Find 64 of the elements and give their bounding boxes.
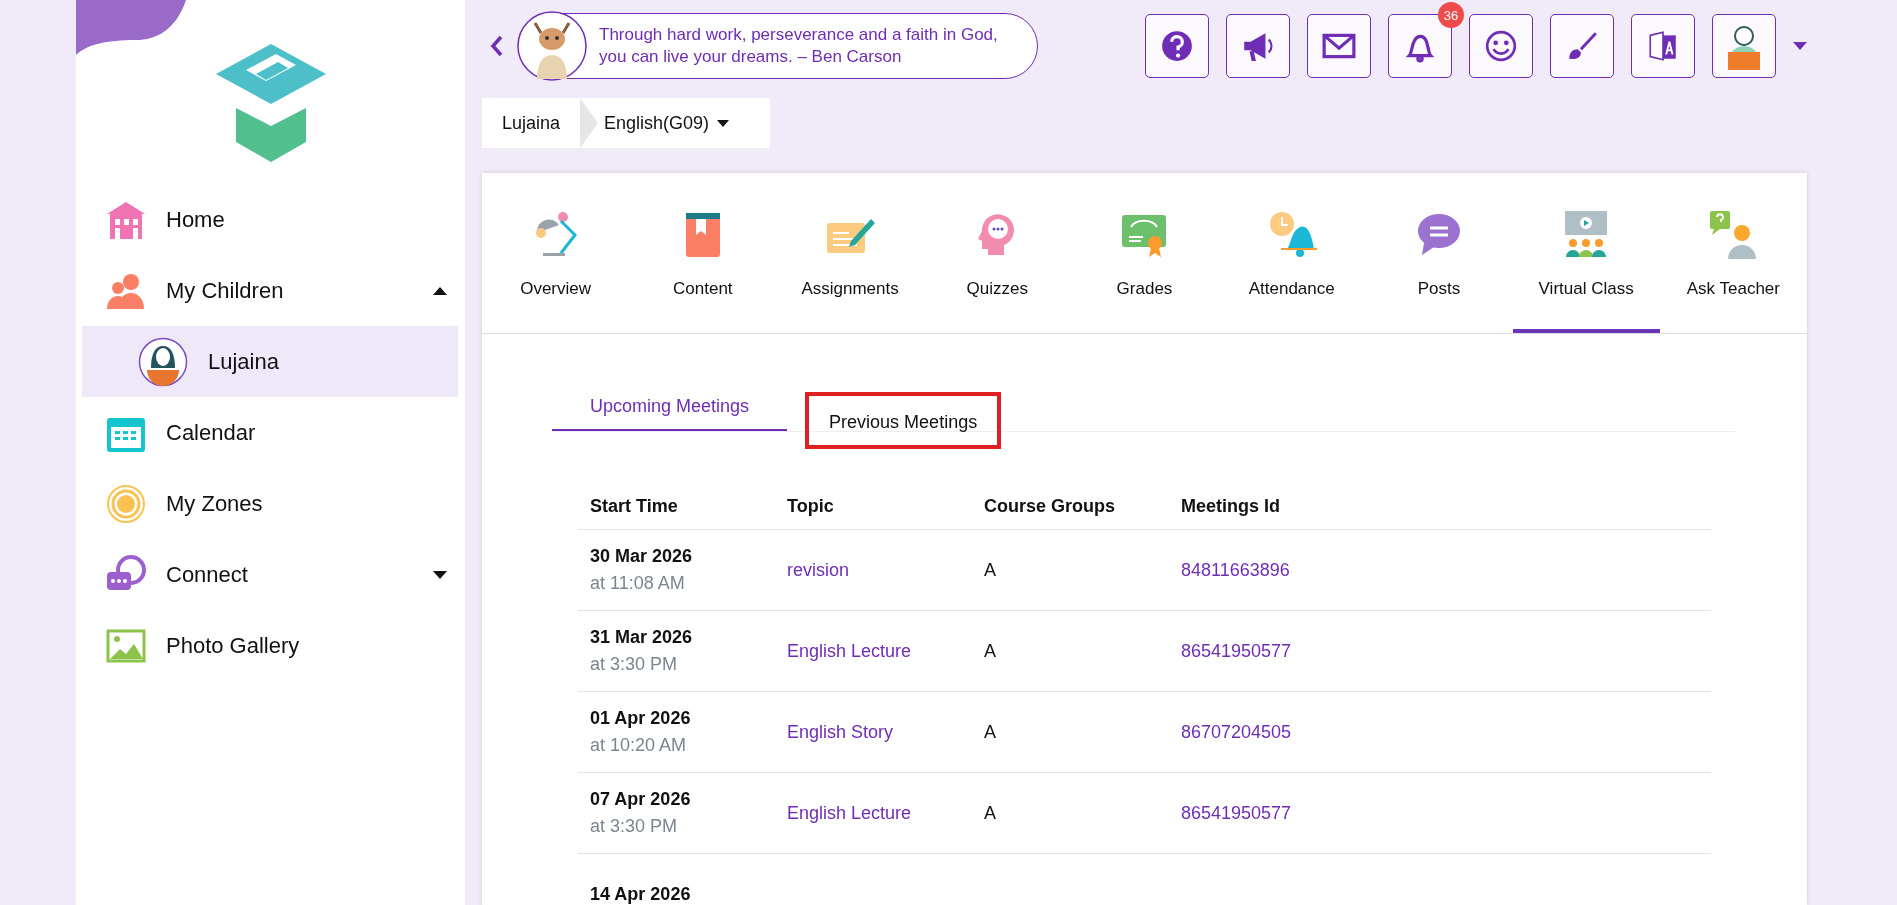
course-dropdown[interactable]: English(G09): [598, 112, 736, 134]
toolbar-button[interactable]: [1469, 14, 1533, 78]
meeting-time: at 3:30 PM: [590, 816, 679, 837]
meeting-date: 31 Mar 2026: [590, 627, 694, 648]
course-group: A: [984, 802, 996, 823]
topic-link[interactable]: English Lecture: [787, 640, 912, 661]
meeting-time: at 10:20 AM: [590, 735, 688, 756]
topic-link[interactable]: English Lecture: [787, 802, 912, 823]
toolbar-button[interactable]: [1226, 14, 1290, 78]
sidebar-item[interactable]: Home: [76, 184, 465, 255]
sidebar-item[interactable]: Photo Gallery: [76, 610, 465, 681]
breadcrumb-student: Lujaina: [501, 112, 562, 134]
meeting-date: 14 Apr 2026: [590, 883, 692, 905]
course-tab[interactable]: Posts: [1365, 173, 1513, 333]
meeting-id-link[interactable]: 86541950577: [1181, 802, 1292, 823]
meeting-time: at 11:08 AM: [590, 573, 686, 594]
chevron-left-icon: [490, 35, 504, 57]
sidebar-item[interactable]: Calendar: [76, 397, 465, 468]
person-with-question-icon: [1708, 209, 1759, 259]
course-tab[interactable]: Ask Teacher: [1659, 173, 1807, 333]
course-group: A: [984, 559, 996, 580]
smiley-icon: [1484, 29, 1518, 63]
sidebar-item[interactable]: My Zones: [76, 468, 465, 539]
question-icon: [1160, 29, 1194, 63]
house-icon: [106, 199, 146, 240]
topic-link[interactable]: English Story: [787, 721, 894, 742]
meetings-tab[interactable]: Upcoming Meetings: [552, 396, 788, 431]
profile-button[interactable]: [1712, 14, 1776, 78]
meeting-id-link[interactable]: 86541950577: [1181, 640, 1292, 661]
sidebar-subitem[interactable]: Lujaina: [82, 326, 458, 397]
column-header: Start Time: [578, 496, 775, 530]
toolbar-button[interactable]: [1145, 14, 1209, 78]
course-group: A: [984, 721, 996, 742]
toolbar-button[interactable]: [1307, 14, 1371, 78]
sidebar-item[interactable]: Connect: [76, 539, 465, 610]
meeting-date: 01 Apr 2026: [590, 708, 692, 729]
course-tab[interactable]: Attendance: [1218, 173, 1366, 333]
course-tab[interactable]: Virtual Class: [1512, 173, 1660, 333]
target-icon: [106, 483, 146, 524]
toolbar-button[interactable]: [1631, 14, 1695, 78]
meetings-tab[interactable]: Previous Meetings: [805, 392, 1002, 449]
course-tab[interactable]: Overview: [482, 173, 630, 333]
sidebar-item[interactable]: My Children: [76, 255, 465, 326]
meeting-date: 30 Mar 2026: [590, 546, 694, 567]
breadcrumb-separator-icon: [580, 98, 599, 148]
column-header: Meetings Id: [1169, 496, 1711, 530]
course-group: A: [984, 640, 996, 661]
avatar-icon: [138, 336, 188, 387]
course-tab[interactable]: Grades: [1070, 173, 1219, 333]
caret-down-icon: [717, 119, 730, 127]
quote-text: Through hard work, perseverance and a faith in God, you can live your dreams. – Ben Carson: [599, 24, 999, 68]
topic-link[interactable]: revision: [787, 559, 850, 580]
toolbar-button[interactable]: [1550, 14, 1614, 78]
meeting-id-link[interactable]: 86707204505: [1181, 721, 1292, 742]
course-tab[interactable]: Quizzes: [923, 173, 1071, 333]
column-header: Topic: [775, 496, 972, 530]
meeting-date: 07 Apr 2026: [590, 789, 692, 810]
notification-count: 36: [1438, 2, 1464, 28]
course-tab[interactable]: Assignments: [776, 173, 924, 333]
course-tab[interactable]: Content: [629, 173, 777, 333]
caret-down-icon[interactable]: [1793, 42, 1807, 50]
meeting-time: at 3:30 PM: [590, 654, 679, 675]
column-header: Course Groups: [972, 496, 1169, 530]
meeting-id-link[interactable]: 84811663896: [1181, 559, 1290, 580]
